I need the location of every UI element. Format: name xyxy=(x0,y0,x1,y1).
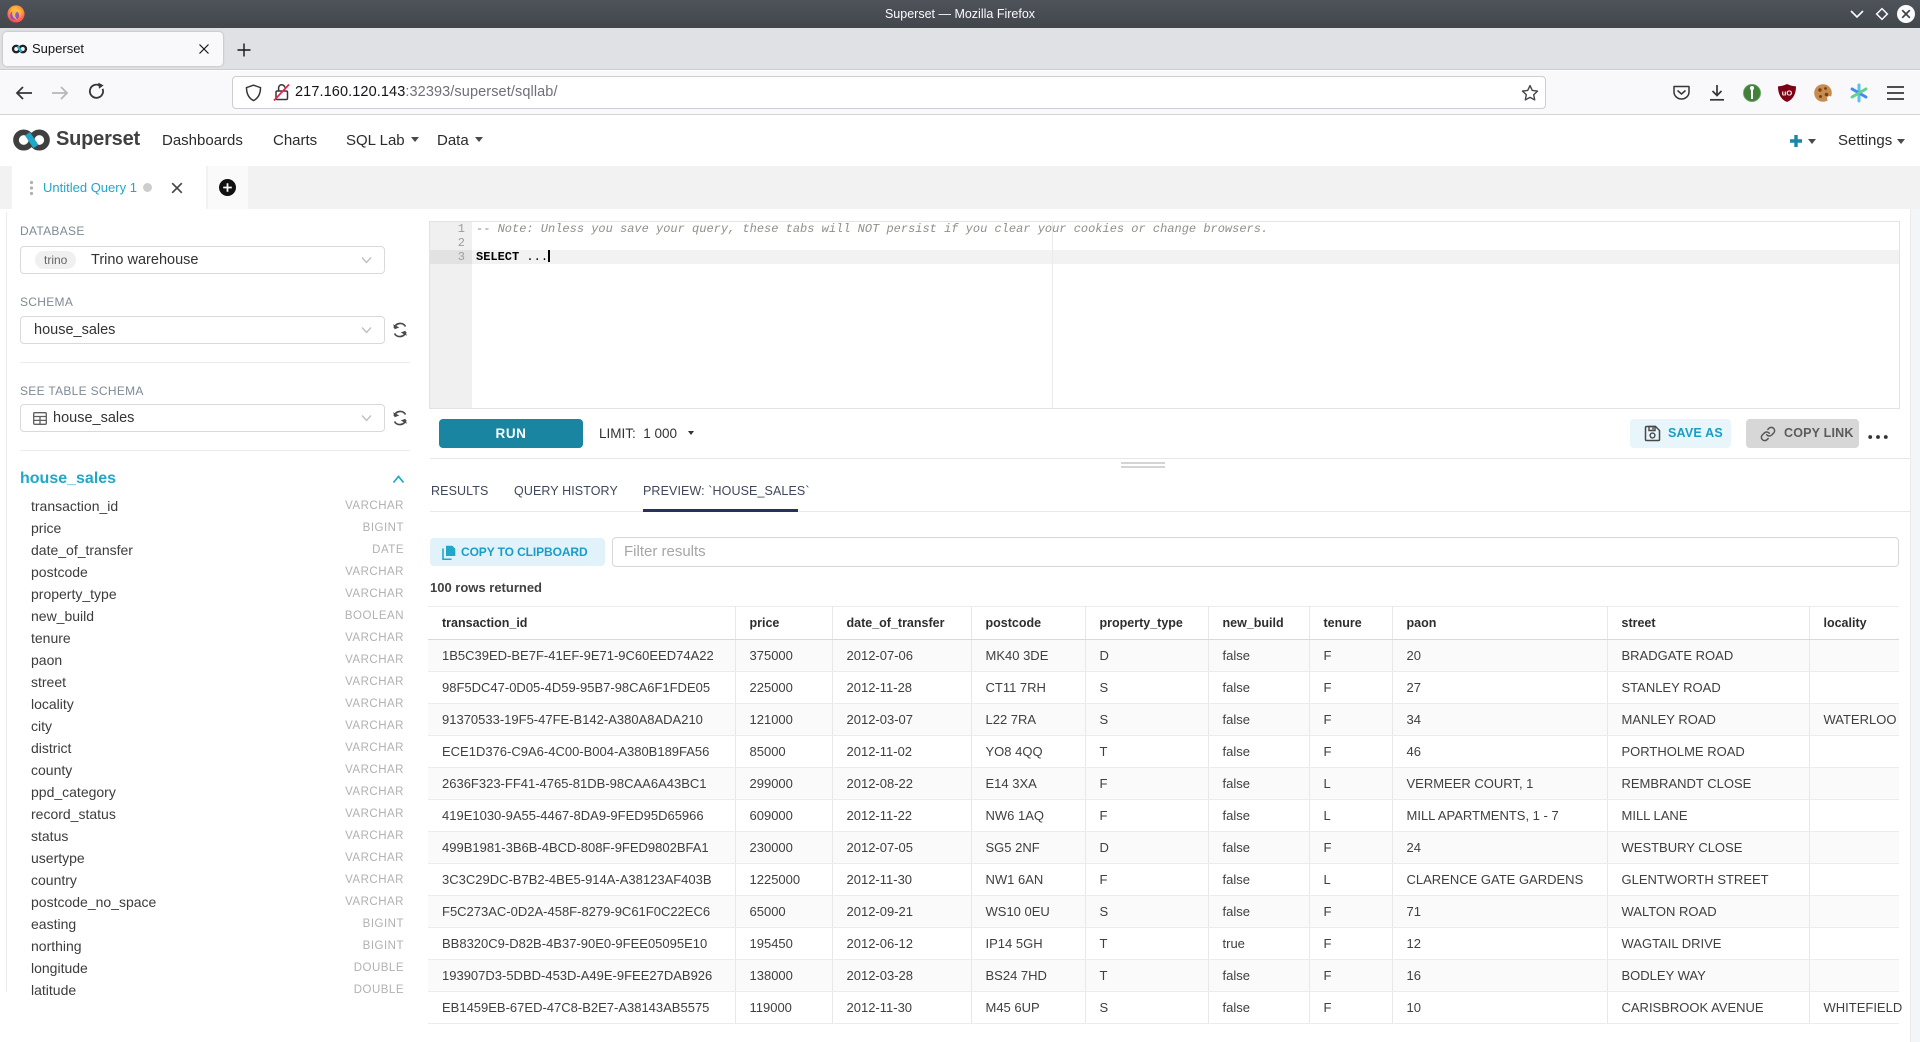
svg-text:uO: uO xyxy=(1782,89,1793,98)
